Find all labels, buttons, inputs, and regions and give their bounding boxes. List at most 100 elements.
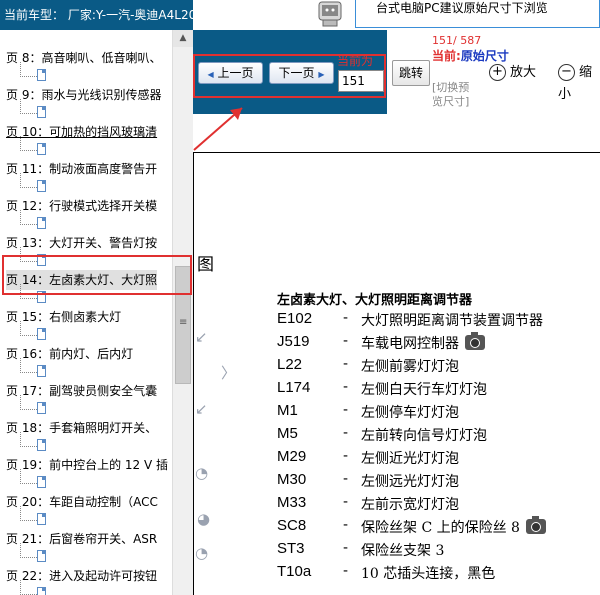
pointer-arrow-icon [193, 107, 243, 151]
component-description: 左侧远光灯灯泡 [361, 471, 459, 491]
wiring-fragment-icon: ↙ [195, 400, 208, 418]
switch-preview-size-link[interactable]: [切换预览尺寸] [432, 81, 476, 109]
component-description-text: 左侧停车灯灯泡 [361, 405, 459, 421]
tree-item[interactable]: 页 17：副驾驶员侧安全气囊 [0, 381, 172, 418]
component-code: L22 [277, 356, 303, 373]
document-icon[interactable] [37, 143, 46, 155]
tree-item[interactable]: 页 19：前中控台上的 12 V 插 [0, 455, 172, 492]
camera-icon[interactable] [465, 332, 485, 350]
component-description-text: 左前示宽灯灯泡 [361, 497, 459, 513]
wiring-fragment-icon: ◔ [195, 544, 209, 562]
legend-dash: - [343, 333, 349, 349]
component-description-text: 左侧近光灯灯泡 [361, 451, 459, 467]
scroll-up-arrow-icon[interactable]: ▲ [173, 30, 193, 47]
component-description: 左前转向信号灯灯泡 [361, 425, 487, 445]
tree-branch-line [20, 543, 37, 558]
component-description: 车载电网控制器 [361, 332, 485, 353]
current-size-prefix: 当前: [432, 49, 461, 63]
component-code: M1 [277, 402, 298, 419]
browse-notice: 台式电脑PC建议原始尺寸下浏览 [355, 0, 600, 28]
component-description-text: 左侧远光灯灯泡 [361, 474, 459, 490]
component-description-text: 左侧白天行车灯灯泡 [361, 382, 487, 398]
component-description: 大灯照明距离调节装置调节器 [361, 310, 543, 330]
camera-icon[interactable] [525, 516, 546, 534]
component-code: SC8 [277, 517, 307, 534]
component-code: L174 [277, 379, 311, 396]
tree-item[interactable]: 页 11：制动液面高度警告开 [0, 159, 172, 196]
page-tree: 页 8：高音喇叭、低音喇叭、页 9：雨水与光线识别传感器页 10：可加热的挡风玻… [0, 30, 172, 595]
tree-branch-line [20, 395, 37, 410]
document-icon[interactable] [37, 328, 46, 340]
tree-branch-line [20, 99, 37, 114]
tree-branch-line [20, 469, 37, 484]
wiring-fragment-icon: 〉 [221, 364, 237, 382]
legend-dash: - [343, 540, 349, 556]
component-description-text: 保险丝支架 3 [361, 543, 445, 559]
tree-item[interactable]: 页 15：右侧卤素大灯 [0, 307, 172, 344]
component-code: M33 [277, 494, 307, 511]
component-code: ST3 [277, 540, 305, 557]
component-code: E102 [277, 310, 313, 327]
document-view: 图 左卤素大灯、大灯照明距离调节器 E102- 大灯照明距离调节装置调节器 J519… [193, 114, 600, 595]
component-description-text: 10 芯插头连接，黑色 [361, 566, 496, 582]
tree-item[interactable]: 页 9：雨水与光线识别传感器 [0, 85, 172, 122]
legend-dash: - [343, 517, 349, 533]
document-icon[interactable] [37, 106, 46, 118]
tree-branch-line [20, 210, 37, 225]
component-description: 10 芯插头连接，黑色 [361, 563, 495, 583]
tree-item[interactable]: 页 22：进入及起动许可按钮 [0, 566, 172, 595]
component-description-text: 左前转向信号灯灯泡 [361, 428, 487, 444]
wiring-fragment-icon: ↙ [195, 328, 208, 346]
tree-item[interactable]: 页 20：车距自动控制（ACC [0, 492, 172, 529]
legend-dash: - [343, 425, 349, 441]
doc-left-border [193, 152, 194, 595]
component-description: 保险丝支架 3 [361, 540, 444, 560]
car-model-header: 当前车型： 厂家:Y-一汽-奥迪A4L2014- [0, 0, 193, 30]
tree-branch-line [20, 62, 37, 77]
zoom-in-button[interactable]: + 放大 [489, 62, 536, 84]
document-icon[interactable] [37, 217, 46, 229]
zoom-out-icon: − [558, 64, 575, 81]
wiring-fragment-icon: ◔ [195, 464, 209, 482]
legend-dash: - [343, 402, 349, 418]
left-panel: 当前车型： 厂家:Y-一汽-奥迪A4L2014- 页 8：高音喇叭、低音喇叭、页… [0, 0, 193, 595]
component-description: 左侧白天行车灯灯泡 [361, 379, 487, 399]
zoom-in-label: 放大 [510, 65, 537, 80]
tree-item[interactable]: 页 10：可加热的挡风玻璃清 [0, 122, 172, 159]
document-icon[interactable] [37, 69, 46, 81]
document-icon[interactable] [37, 513, 46, 525]
document-icon[interactable] [37, 180, 46, 192]
component-description: 左前示宽灯灯泡 [361, 494, 459, 514]
tree-item[interactable]: 页 21：后窗卷帘开关、ASR [0, 529, 172, 566]
tree-branch-line [20, 432, 37, 447]
document-icon[interactable] [37, 550, 46, 562]
nav-highlight-box [193, 54, 386, 98]
component-description: 左侧近光灯灯泡 [361, 448, 459, 468]
document-icon[interactable] [37, 439, 46, 451]
selection-highlight-box [2, 255, 192, 295]
legend-dash: - [343, 356, 349, 372]
legend-dash: - [343, 471, 349, 487]
computer-mascot-icon [318, 1, 342, 27]
component-description-text: 左侧前雾灯灯泡 [361, 359, 459, 375]
zoom-in-icon: + [489, 64, 506, 81]
zoom-out-button[interactable]: − 缩小 [558, 62, 600, 102]
document-icon[interactable] [37, 476, 46, 488]
component-code: M29 [277, 448, 307, 465]
component-code: T10a [277, 563, 312, 580]
tree-branch-line [20, 358, 37, 373]
legend-dash: - [343, 494, 349, 510]
tree-item[interactable]: 页 18：手套箱照明灯开关、 [0, 418, 172, 455]
document-icon[interactable] [37, 402, 46, 414]
component-description-text: 车载电网控制器 [361, 336, 459, 352]
jump-button[interactable]: 跳转 [392, 60, 430, 86]
component-description: 左侧停车灯灯泡 [361, 402, 459, 422]
tree-item[interactable]: 页 16：前内灯、后内灯 [0, 344, 172, 381]
document-icon[interactable] [37, 365, 46, 377]
wiring-fragment-icon: ◕ [197, 510, 211, 528]
tree-branch-line [20, 580, 37, 595]
document-icon[interactable] [37, 587, 46, 595]
tree-item[interactable]: 页 8：高音喇叭、低音喇叭、 [0, 48, 172, 85]
legend-dash: - [343, 310, 349, 326]
tree-item[interactable]: 页 12：行驶模式选择开关模 [0, 196, 172, 233]
